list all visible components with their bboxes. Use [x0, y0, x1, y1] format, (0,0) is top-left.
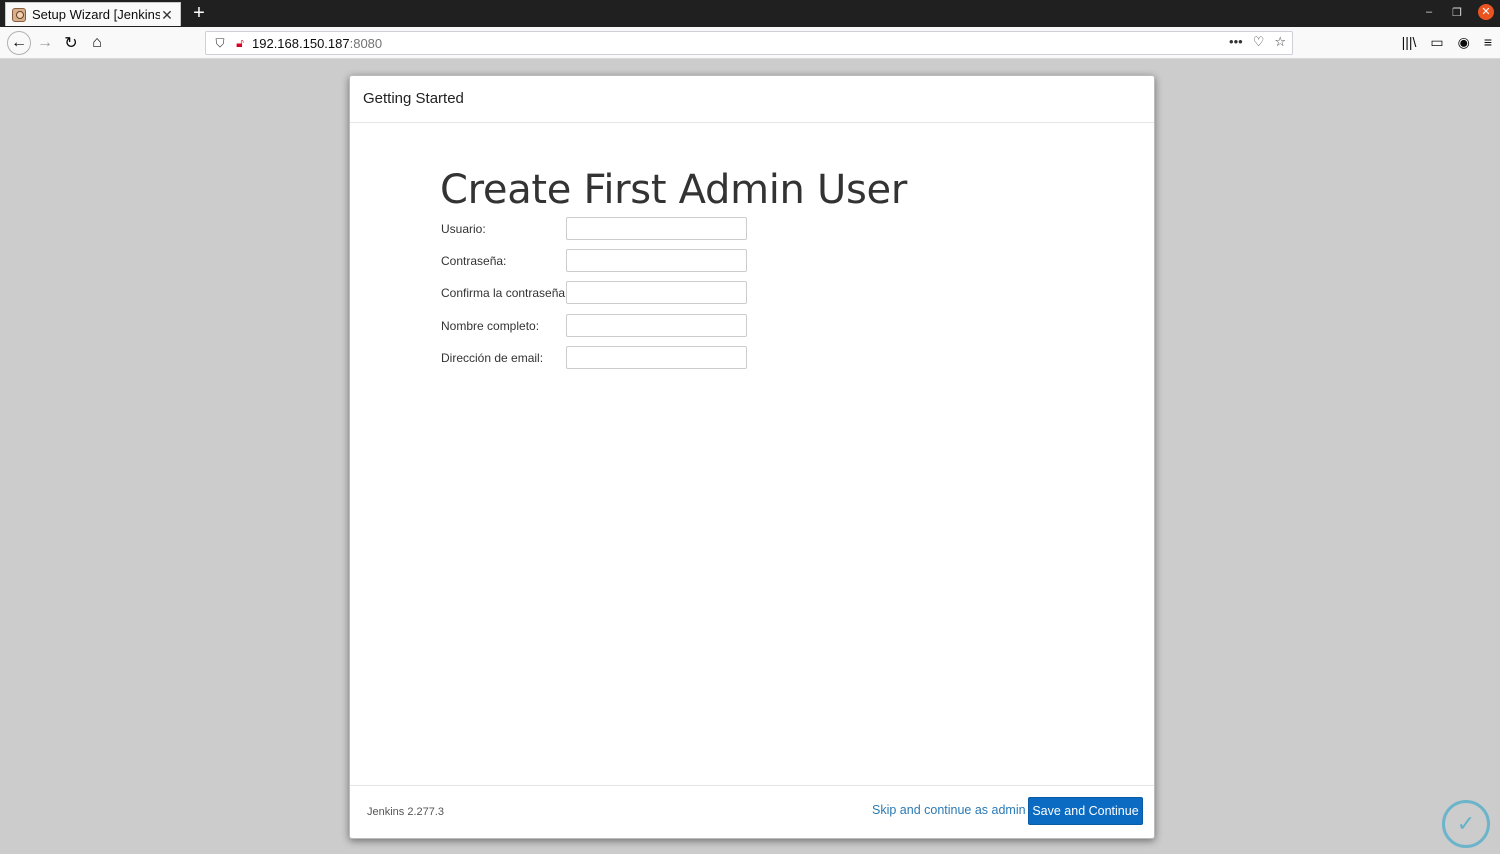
- fullname-input[interactable]: [566, 314, 747, 337]
- dialog-footer: Jenkins 2.277.3 Skip and continue as adm…: [350, 785, 1154, 838]
- jenkins-favicon-icon: [12, 7, 26, 22]
- username-input[interactable]: [566, 217, 747, 240]
- window-close-icon[interactable]: ✕: [1478, 4, 1494, 20]
- account-icon[interactable]: ◉: [1458, 34, 1470, 51]
- restore-icon[interactable]: ❐: [1450, 6, 1464, 19]
- navigation-bar: ← → ↻ ⌂ ⛉ 🔓︎ 192.168.150.187 :8080 ••• ♡…: [0, 27, 1500, 59]
- browser-tab[interactable]: Setup Wizard [Jenkins] ✕: [5, 2, 181, 26]
- shield-icon[interactable]: ⛉: [212, 36, 228, 51]
- confirm-password-label: Confirma la contraseña:: [441, 285, 569, 300]
- url-bar[interactable]: ⛉ 🔓︎ 192.168.150.187 :8080 ••• ♡ ☆: [205, 31, 1293, 55]
- bookmark-star-icon[interactable]: ☆: [1274, 34, 1286, 50]
- tab-title: Setup Wizard [Jenkins]: [32, 7, 160, 22]
- jenkins-version: Jenkins 2.277.3: [367, 806, 445, 818]
- save-continue-button[interactable]: Save and Continue: [1028, 797, 1143, 825]
- skip-continue-admin-link[interactable]: Skip and continue as admin: [872, 803, 1026, 817]
- tab-close-icon[interactable]: ✕: [160, 8, 174, 22]
- insecure-lock-icon[interactable]: 🔓︎: [232, 36, 248, 51]
- tab-strip: Setup Wizard [Jenkins] ✕ + – ❐ ✕: [0, 0, 1500, 27]
- url-host: 192.168.150.187: [252, 35, 350, 51]
- page-title: Create First Admin User: [440, 167, 907, 213]
- username-label: Usuario:: [441, 221, 486, 236]
- library-icon[interactable]: |||\: [1402, 34, 1417, 51]
- password-input[interactable]: [566, 249, 747, 272]
- new-tab-icon[interactable]: +: [190, 3, 208, 23]
- pocket-icon[interactable]: ♡: [1253, 34, 1265, 50]
- confirm-password-input[interactable]: [566, 281, 747, 304]
- confirm-password-row: Confirma la contraseña:: [441, 281, 747, 304]
- dialog-header: Getting Started: [350, 76, 1154, 123]
- back-arrow-icon[interactable]: ←: [7, 31, 31, 55]
- fullname-row: Nombre completo:: [441, 314, 747, 337]
- fullname-label: Nombre completo:: [441, 318, 540, 333]
- email-row: Dirección de email:: [441, 346, 747, 369]
- forward-arrow-icon[interactable]: →: [33, 31, 57, 55]
- sidebar-icon[interactable]: ▭: [1430, 34, 1443, 51]
- username-row: Usuario:: [441, 217, 747, 240]
- dialog-body: Create First Admin User Usuario: Contras…: [350, 123, 1154, 786]
- url-port: :8080: [349, 35, 383, 51]
- menu-icon[interactable]: ≡: [1484, 34, 1492, 51]
- email-label: Dirección de email:: [441, 350, 544, 365]
- email-input[interactable]: [566, 346, 747, 369]
- password-row: Contraseña:: [441, 249, 747, 272]
- home-icon[interactable]: ⌂: [85, 31, 109, 55]
- reload-icon[interactable]: ↻: [59, 31, 83, 55]
- setup-wizard-dialog: Getting Started Create First Admin User …: [349, 75, 1155, 839]
- watermark-logo-icon: ✓: [1442, 800, 1490, 848]
- page-actions-icon[interactable]: •••: [1229, 34, 1243, 50]
- minimize-icon[interactable]: –: [1422, 6, 1436, 18]
- password-label: Contraseña:: [441, 253, 507, 268]
- window-controls: – ❐ ✕: [1422, 4, 1494, 20]
